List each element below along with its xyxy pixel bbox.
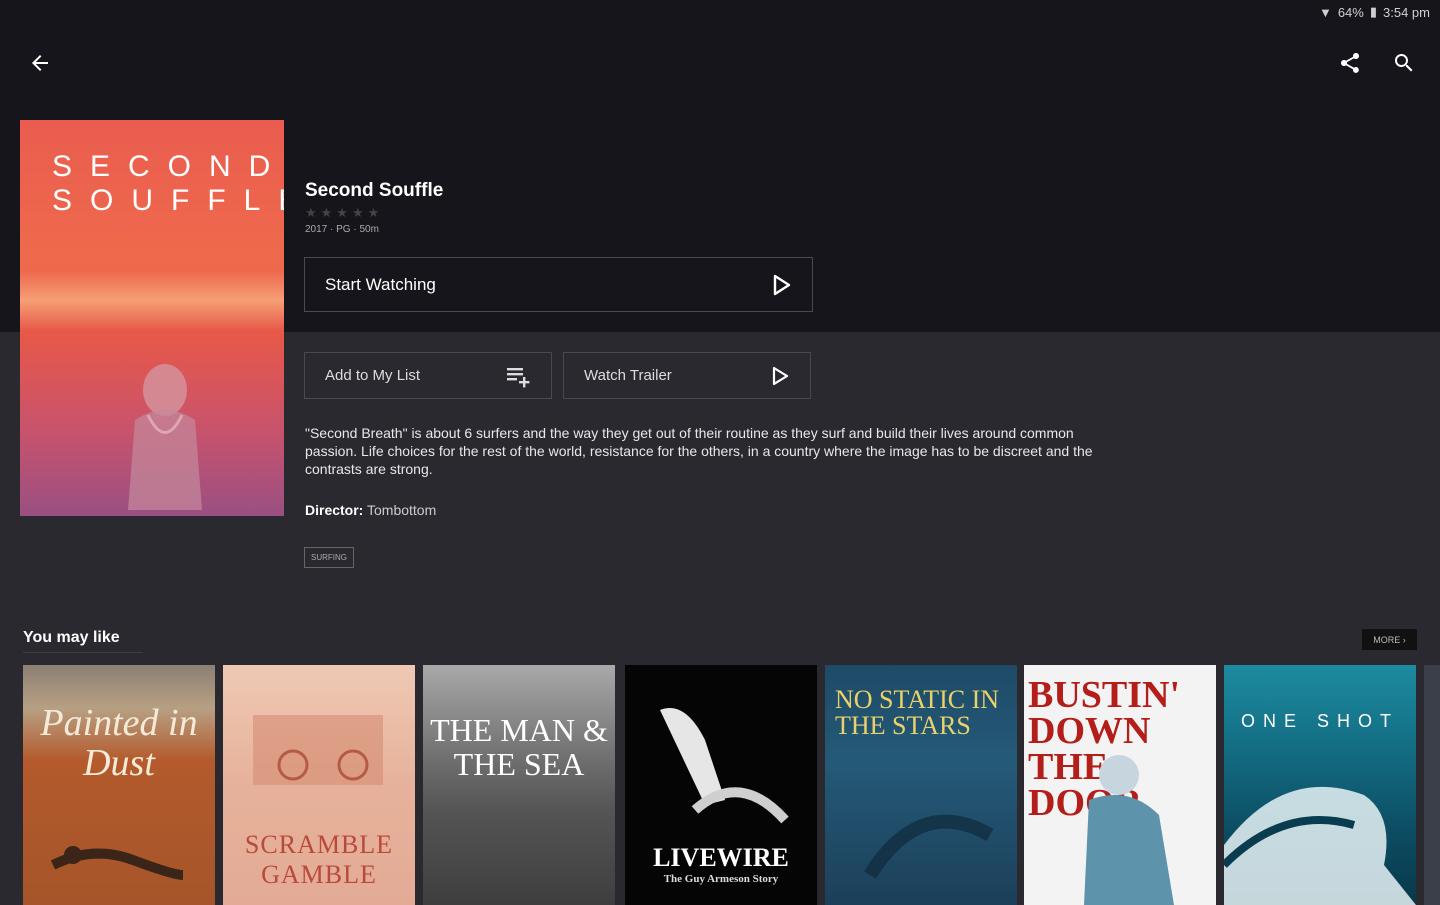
tile-diver-illustration [864,814,994,879]
poster-title-line-1: SECOND [52,150,284,183]
movie-meta: 2017 · PG · 50m [305,224,379,235]
director-label: Director: [305,502,364,518]
share-icon [1341,53,1359,73]
tile-wave-illustration [1224,786,1416,905]
share-button[interactable] [1330,43,1370,83]
recommendation-tile[interactable]: THE MAN & THE SEA [423,665,615,905]
more-button[interactable]: MORE › [1362,629,1417,650]
watch-trailer-label: Watch Trailer [584,367,672,384]
tile-title: ONE SHOT [1240,711,1399,731]
arrow-left-icon [32,55,48,71]
recommendation-tile[interactable]: LIVEWIRE The Guy Armeson Story [625,665,817,905]
recommendation-tile[interactable]: BUSTIN' DOWN THE DOOR [1024,665,1216,905]
wifi-icon: ▼ [1318,4,1332,20]
tile-title: SCRAMBLE GAMBLE [244,830,394,889]
tile-subtitle: The Guy Armeson Story [663,873,779,885]
search-icon [1395,54,1413,72]
battery-icon: ▮ [1369,4,1378,19]
status-bar: ▼ 64% ▮ 3:54 pm [1319,4,1430,20]
tile-riders-illustration [253,715,383,785]
movie-title: Second Souffle [305,180,444,201]
tile-title: Painted in Dust [40,702,198,784]
recommendations-title: You may like [23,629,120,646]
tile-title: NO STATIC IN THE STARS [835,685,1000,740]
recommendation-tile[interactable]: Painted in Dust [23,665,215,905]
movie-poster: SECOND SOUFFLE [20,120,284,516]
start-watching-label: Start Watching [325,274,436,294]
director-line: Director: Tombottom [305,502,436,518]
clock: 3:54 pm [1383,4,1430,20]
battery-level: 64% [1337,4,1364,20]
tile-title: THE MAN & THE SEA [430,712,608,782]
tile-title: LIVEWIRE [653,843,789,872]
movie-description: "Second Breath" is about 6 surfers and t… [305,425,1093,477]
add-to-list-button[interactable]: Add to My List [304,352,552,399]
tile-surfer-illustration [660,708,789,824]
poster-title-line-2: SOUFFLE [52,184,284,217]
recommendation-tile[interactable]: SCRAMBLE GAMBLE [223,665,415,905]
play-icon [772,366,789,385]
playlist-add-icon [507,367,530,387]
start-watching-button[interactable]: Start Watching [304,257,813,312]
tile-figure-illustration [50,846,184,880]
tile-surfer-illustration [1084,755,1174,905]
rating-stars[interactable]: ★★★★★ [305,205,383,221]
search-button[interactable] [1384,43,1424,83]
add-to-list-label: Add to My List [325,367,421,384]
director-name[interactable]: Tombottom [367,502,436,518]
watch-trailer-button[interactable]: Watch Trailer [563,352,811,399]
recommendation-tile[interactable]: NO STATIC IN THE STARS [825,665,1017,905]
poster-figure-illustration [128,364,202,510]
back-button[interactable] [20,43,60,83]
poster-sun-glow [20,270,284,330]
recommendation-tile-partial[interactable] [1424,665,1440,905]
recommendation-tile[interactable]: ONE SHOT [1224,665,1416,905]
genre-tag[interactable]: SURFING [304,547,354,568]
play-icon [773,274,791,295]
section-divider [23,652,143,653]
